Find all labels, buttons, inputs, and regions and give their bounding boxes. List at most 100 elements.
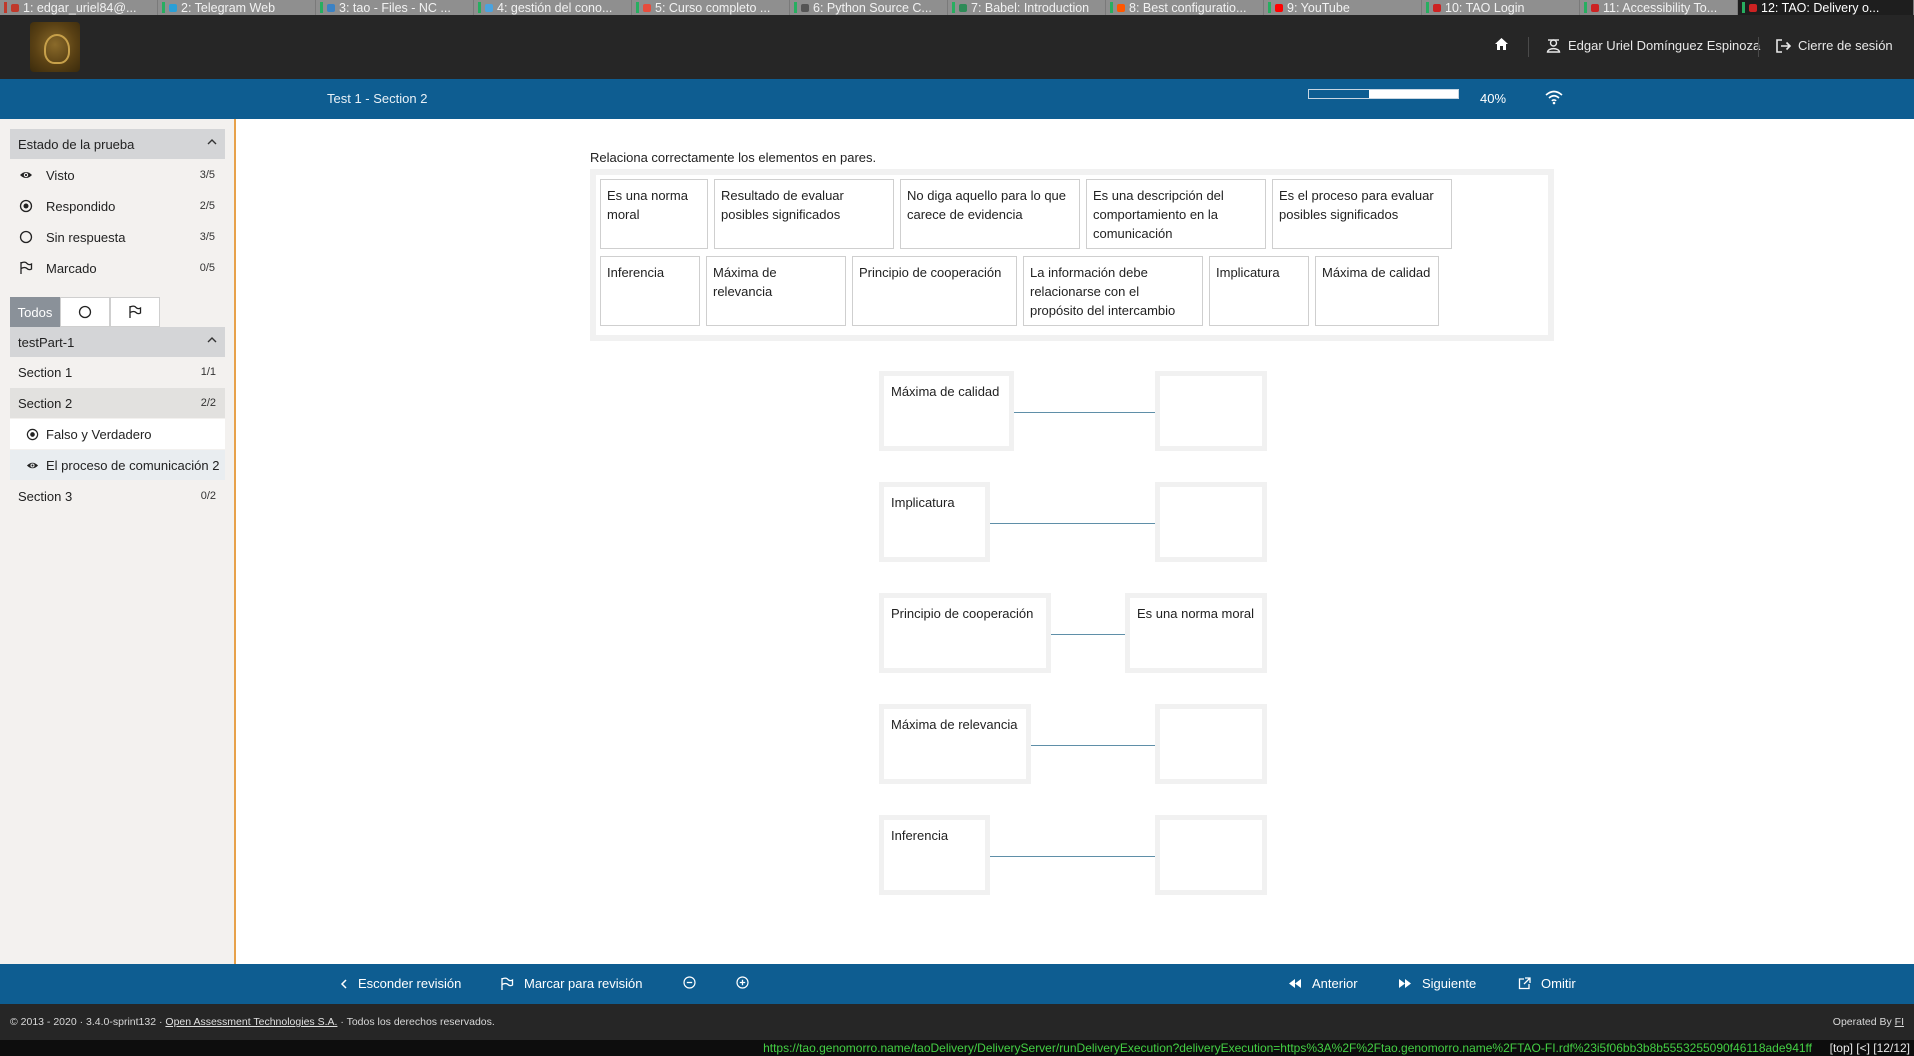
previous-label: Anterior [1312, 976, 1358, 991]
browser-tab[interactable]: 5: Curso completo ... [632, 0, 790, 15]
chevron-up-icon [207, 139, 217, 145]
nav-item-falso-y-verdadero[interactable]: Falso y Verdadero [10, 419, 225, 449]
nav-item-proceso-comunicacion-2[interactable]: El proceso de comunicación 2 [10, 450, 225, 480]
pair-right-label [1160, 820, 1262, 890]
mark-review-button[interactable]: Marcar para revisión [500, 976, 643, 991]
pair-left-slot[interactable]: Inferencia [879, 815, 990, 895]
browser-tab[interactable]: 1: edgar_uriel84@... [0, 0, 158, 15]
next-label: Siguiente [1422, 976, 1477, 991]
pair-left-slot[interactable]: Máxima de calidad [879, 371, 1014, 451]
choice-target[interactable]: La información debe relacionarse con el … [1023, 256, 1203, 326]
eye-icon [26, 462, 39, 469]
pair-left-slot[interactable]: Implicatura [879, 482, 990, 562]
pair-connector [990, 523, 1157, 524]
filter-all-button[interactable]: Todos [10, 297, 60, 327]
copyright: © 2013 - 2020 · 3.4.0-sprint132 · Open A… [10, 1016, 495, 1028]
tab-status-mark [1742, 2, 1745, 13]
section-label: Section 3 [18, 489, 73, 504]
hide-review-button[interactable]: Esconder revisión [340, 976, 461, 991]
pair-drop-slot[interactable] [1155, 482, 1267, 562]
stat-unanswered: Sin respuesta 3/5 [10, 222, 225, 252]
favicon-icon [11, 3, 19, 12]
test-status-header[interactable]: Estado de la prueba [10, 129, 225, 159]
nav-section-2[interactable]: Section 2 2/2 [10, 388, 225, 418]
chevron-up-icon [207, 337, 217, 343]
nav-section-3[interactable]: Section 3 0/2 [10, 481, 225, 511]
choice-source[interactable]: Es una descripción del comportamiento en… [1086, 179, 1266, 249]
tab-label: 7: Babel: Introduction [971, 0, 1090, 15]
choice-source[interactable]: Es una norma moral [600, 179, 708, 249]
user-menu[interactable]: Edgar Uriel Domínguez Espinoza [1546, 38, 1760, 53]
pair-left-slot[interactable]: Máxima de relevancia [879, 704, 1031, 784]
pair-drop-slot[interactable] [1155, 704, 1267, 784]
header-separator [1528, 37, 1529, 57]
browser-tab[interactable]: 12: TAO: Delivery o... [1738, 0, 1914, 15]
browser-tab[interactable]: 6: Python Source C... [790, 0, 948, 15]
zoom-in-icon [736, 976, 749, 989]
choice-target[interactable]: Inferencia [600, 256, 700, 326]
browser-tab[interactable]: 8: Best configuratio... [1106, 0, 1264, 15]
favicon-icon [1591, 3, 1599, 12]
previous-button[interactable]: Anterior [1288, 976, 1358, 991]
favicon-icon [959, 3, 967, 12]
pair-drop-slot[interactable] [1155, 815, 1267, 895]
pair-drop-slot[interactable] [1155, 371, 1267, 451]
choice-source[interactable]: Es el proceso para evaluar posibles sign… [1272, 179, 1452, 249]
skip-button[interactable]: Omitir [1518, 976, 1576, 991]
stat-viewed: Visto 3/5 [10, 160, 225, 190]
stat-answered: Respondido 2/5 [10, 191, 225, 221]
zoom-in-button[interactable] [736, 976, 749, 989]
choice-target[interactable]: Máxima de relevancia [706, 256, 846, 326]
browser-tab[interactable]: 9: YouTube [1264, 0, 1422, 15]
test-title-bar: Test 1 - Section 2 40% [0, 79, 1914, 119]
test-part-header[interactable]: testPart-1 [10, 327, 225, 357]
status-url: https://tao.genomorro.name/taoDelivery/D… [763, 1041, 1812, 1055]
browser-tab[interactable]: 3: tao - Files - NC ... [316, 0, 474, 15]
favicon-icon [327, 3, 335, 12]
stat-label: Respondido [46, 199, 116, 214]
home-button[interactable] [1494, 37, 1509, 51]
logout-icon [1776, 38, 1791, 53]
favicon-icon [169, 3, 177, 12]
tab-status-mark [4, 2, 7, 13]
browser-tab[interactable]: 11: Accessibility To... [1580, 0, 1738, 15]
connectivity-icon [1545, 90, 1563, 105]
operator-link[interactable]: FI [1895, 1016, 1904, 1028]
choice-source[interactable]: Resultado de evaluar posibles significad… [714, 179, 894, 249]
tab-status-mark [1584, 2, 1587, 13]
browser-tab[interactable]: 7: Babel: Introduction [948, 0, 1106, 15]
logout-button[interactable]: Cierre de sesión [1776, 38, 1893, 53]
section-count: 2/2 [200, 397, 216, 409]
test-title: Test 1 - Section 2 [327, 91, 428, 106]
section-label: Section 2 [18, 396, 73, 411]
stat-count: 2/5 [199, 200, 215, 212]
choice-source[interactable]: No diga aquello para lo que carece de ev… [900, 179, 1080, 249]
pair-left-label: Máxima de calidad [884, 376, 1009, 446]
progress-bar [1308, 89, 1459, 99]
browser-tab[interactable]: 10: TAO Login [1422, 0, 1580, 15]
hide-review-label: Esconder revisión [358, 976, 462, 991]
tab-status-mark [636, 2, 639, 13]
next-button[interactable]: Siguiente [1398, 976, 1476, 991]
choice-target[interactable]: Máxima de calidad [1315, 256, 1439, 326]
backward-icon [1289, 979, 1301, 988]
browser-tab[interactable]: 4: gestión del cono... [474, 0, 632, 15]
choice-target[interactable]: Principio de cooperación [852, 256, 1017, 326]
browser-tab[interactable]: 2: Telegram Web [158, 0, 316, 15]
choice-target[interactable]: Implicatura [1209, 256, 1309, 326]
filter-flagged-button[interactable] [110, 297, 160, 327]
company-link[interactable]: Open Assessment Technologies S.A. [165, 1016, 337, 1028]
pair-left-slot[interactable]: Principio de cooperación [879, 593, 1051, 673]
filter-unanswered-button[interactable] [60, 297, 110, 327]
copyright-rights: · Todos los derechos reservados. [337, 1016, 495, 1028]
tab-status-mark [320, 2, 323, 13]
test-status-title: Estado de la prueba [18, 137, 135, 152]
choices-area-inner: Es una norma moral Resultado de evaluar … [596, 175, 1548, 335]
mark-review-label: Marcar para revisión [524, 976, 643, 991]
tab-status-mark [478, 2, 481, 13]
nav-section-1[interactable]: Section 1 1/1 [10, 357, 225, 387]
zoom-out-button[interactable] [683, 976, 696, 989]
user-name: Edgar Uriel Domínguez Espinoza [1568, 38, 1761, 53]
pair-drop-slot[interactable]: Es una norma moral [1125, 593, 1267, 673]
pair-connector [1014, 412, 1157, 413]
